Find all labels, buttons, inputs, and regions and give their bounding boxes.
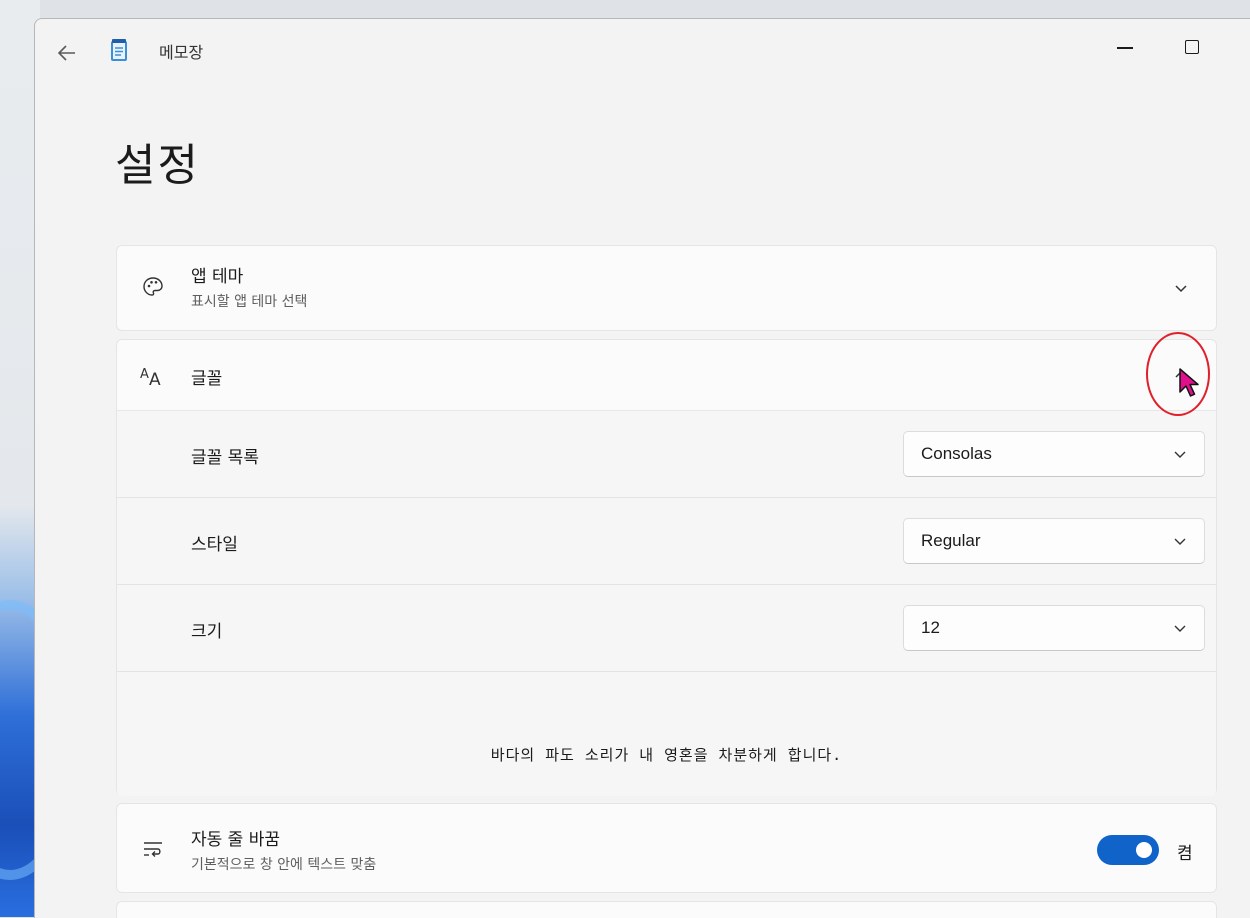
title-bar: 메모장 (35, 19, 1250, 83)
chevron-down-icon (1170, 531, 1190, 551)
font-family-row: 글꼴 목록 Consolas (117, 411, 1216, 498)
maximize-button[interactable] (1170, 27, 1214, 67)
app-theme-subtitle: 표시할 앱 테마 선택 (191, 294, 308, 310)
toggle-knob (1136, 842, 1152, 858)
font-settings-body: 글꼴 목록 Consolas 스타일 Regular 크기 12 바다의 파도 … (117, 411, 1216, 796)
font-preview-text: 바다의 파도 소리가 내 영혼을 차분하게 합니다. (490, 746, 843, 764)
font-style-row: 스타일 Regular (117, 498, 1216, 585)
font-style-label: 스타일 (191, 535, 238, 555)
word-wrap-icon (139, 835, 167, 863)
mouse-cursor-icon (1179, 368, 1199, 397)
chevron-down-icon (1170, 444, 1190, 464)
notepad-settings-window: 메모장 설정 앱 테마 표시할 앱 테마 선택 A A 글꼴 글꼴 목록 Con… (34, 18, 1250, 918)
word-wrap-toggle-label: 켬 (1177, 844, 1193, 864)
font-style-value: Regular (921, 531, 981, 550)
word-wrap-card: 자동 줄 바꿈 기본적으로 창 안에 텍스트 맞춤 켬 (116, 803, 1217, 893)
font-card-header[interactable]: A A 글꼴 (117, 340, 1216, 411)
svg-text:A: A (140, 367, 149, 382)
word-wrap-subtitle: 기본적으로 창 안에 텍스트 맞춤 (191, 857, 377, 873)
back-button[interactable] (53, 39, 81, 67)
minimize-button[interactable] (1103, 27, 1147, 67)
page-title: 설정 (115, 140, 200, 191)
font-family-value: Consolas (921, 444, 992, 463)
font-size-label: 크기 (191, 622, 223, 642)
expand-chevron-button[interactable] (1169, 276, 1193, 300)
app-title: 메모장 (159, 43, 204, 62)
back-arrow-icon (58, 45, 75, 61)
app-theme-title: 앱 테마 (191, 267, 244, 287)
chevron-down-icon (1170, 618, 1190, 638)
font-icon: A A (139, 362, 167, 390)
font-title: 글꼴 (191, 369, 223, 389)
word-wrap-toggle[interactable] (1097, 835, 1159, 865)
font-style-dropdown[interactable]: Regular (903, 518, 1205, 564)
font-size-row: 크기 12 (117, 585, 1216, 672)
font-family-label: 글꼴 목록 (191, 448, 259, 468)
font-card: A A 글꼴 글꼴 목록 Consolas 스타일 Regular 크기 12 … (116, 339, 1217, 796)
notepad-app-icon (111, 39, 127, 61)
font-size-value: 12 (921, 618, 940, 637)
font-size-dropdown[interactable]: 12 (903, 605, 1205, 651)
word-wrap-title: 자동 줄 바꿈 (191, 830, 281, 850)
palette-icon (139, 273, 167, 301)
svg-text:A: A (149, 370, 161, 388)
chevron-down-icon (1175, 285, 1187, 293)
minimize-icon (1117, 47, 1133, 49)
app-theme-card[interactable]: 앱 테마 표시할 앱 테마 선택 (116, 245, 1217, 331)
maximize-icon (1185, 40, 1199, 54)
font-family-dropdown[interactable]: Consolas (903, 431, 1205, 477)
next-settings-card (116, 901, 1217, 918)
